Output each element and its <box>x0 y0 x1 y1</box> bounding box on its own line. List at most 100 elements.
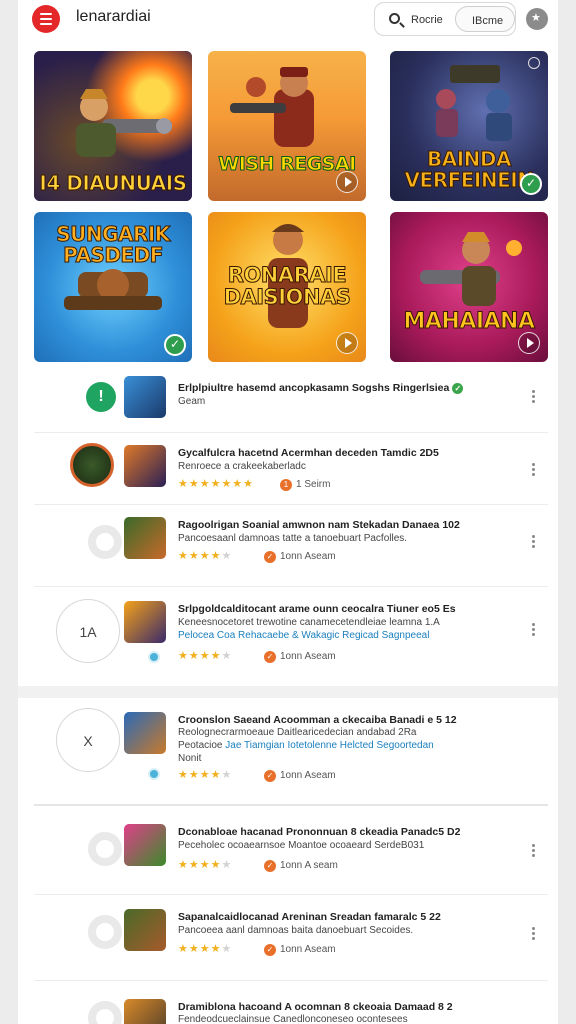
item-meta: 1onn Aseam <box>280 651 336 662</box>
search-icon <box>389 13 400 24</box>
item-title: Dconabloae hacanad Prononnuan 8 ckeadia … <box>178 826 461 838</box>
item-meta: 1onn A seam <box>280 860 338 871</box>
soldier-illustration <box>420 232 522 306</box>
rating-stars: ★★★★★ <box>178 943 233 955</box>
more-options-icon[interactable] <box>532 463 536 478</box>
tile-status-icon <box>528 57 540 69</box>
play-icon[interactable] <box>518 332 540 354</box>
item-meta: 1onn Aseam <box>280 944 336 955</box>
app-window: lenarardiai Rocrie IBcme I4 DIAUNUAIS <box>18 0 558 1024</box>
avatar-placeholder: X <box>56 708 120 772</box>
game-tile-label: SUNGARIK PASDEDF <box>56 222 171 267</box>
play-icon[interactable] <box>336 171 358 193</box>
loading-ring-icon <box>88 832 122 866</box>
installed-check-icon <box>520 173 542 195</box>
item-title: Ragoolrigan Soanial amwnon nam Stekadan … <box>178 519 460 531</box>
item-subtitle: Keneesnocetoret trewotine canamecetendle… <box>178 617 440 628</box>
hamburger-icon[interactable] <box>32 5 60 33</box>
rating-badge-icon: ✓ <box>264 860 276 872</box>
game-icon <box>124 824 166 866</box>
item-link[interactable]: Pelocea Coa Rehacaebe & Wakagic Regicad … <box>178 630 429 641</box>
list-item[interactable]: Dramiblona hacoand A ocomnan 8 ckeoaia D… <box>34 980 548 1024</box>
list-item[interactable]: 1A Srlpgoldcalditocant arame ounn ceocal… <box>34 586 548 686</box>
list-item[interactable]: X Croonslon Saeand Acoomman a ckecaiba B… <box>34 698 548 804</box>
rating-stars: ★★★★★ <box>178 650 233 662</box>
item-link[interactable]: Jae Tiamgian Iotetolenne Helcted Segoort… <box>225 740 433 751</box>
more-options-icon[interactable] <box>532 535 536 550</box>
rating-stars: ★★★★★ <box>178 550 233 562</box>
game-tile[interactable]: I4 DIAUNUAIS <box>34 51 192 201</box>
more-options-icon[interactable] <box>532 623 536 638</box>
game-icon <box>124 376 166 418</box>
app-title: lenarardiai <box>76 8 151 25</box>
list-divider <box>34 804 548 806</box>
game-tile[interactable]: WISH REGSAI <box>208 51 366 201</box>
game-tile[interactable]: RONARAIE DAISIONAS <box>208 212 366 362</box>
item-subtitle-3: Nonit <box>178 753 202 764</box>
item-subtitle: Pancoesaanl damnoas tatte a tanoebuart P… <box>178 533 408 544</box>
item-title: Erlplpiultre hasemd ancopkasamn Sogshs R… <box>178 382 464 394</box>
rating-stars: ★★★★★ <box>178 859 233 871</box>
filter-pill-button[interactable]: IBcme <box>455 6 515 32</box>
rating-stars: ★★★★★ <box>178 769 233 781</box>
top-bar: lenarardiai Rocrie IBcme <box>18 0 558 44</box>
game-tile[interactable]: BAINDA VERFEINEIN <box>390 51 548 201</box>
list-item[interactable]: Dconabloae hacanad Prononnuan 8 ckeadia … <box>34 812 548 894</box>
game-icon <box>124 601 166 643</box>
more-options-icon[interactable] <box>532 390 536 405</box>
more-options-icon[interactable] <box>532 844 536 859</box>
rating-badge-icon: ✓ <box>264 651 276 663</box>
item-subtitle: Geam <box>178 396 206 407</box>
list-item[interactable]: Sapanalcaidlocanad Areninan Sreadan fama… <box>34 894 548 980</box>
soldier-illustration <box>76 89 172 157</box>
item-subtitle: Reolognecrarmoeaue Daitlearicedecian and… <box>178 727 417 738</box>
item-subtitle: Fendeodcueclainsue Canedlonconeseo ocont… <box>178 1014 408 1024</box>
game-icon <box>124 445 166 487</box>
rating-badge-icon: ✓ <box>264 944 276 956</box>
avatar-placeholder: 1A <box>56 599 120 663</box>
count-badge: 1 <box>280 479 292 491</box>
game-icon <box>124 909 166 951</box>
more-options-icon[interactable] <box>532 927 536 942</box>
search-bar[interactable]: Rocrie IBcme <box>374 2 516 36</box>
item-subtitle: Peceholec ocoaearnsoe Moantoe ocoaeard S… <box>178 840 425 851</box>
game-tile-label: I4 DIAUNUAIS <box>39 171 188 195</box>
filter-pill-label: IBcme <box>472 15 504 27</box>
status-dot-icon <box>148 768 160 780</box>
item-title: Gycalfulcra hacetnd Acermhan deceden Tam… <box>178 447 439 459</box>
soldier-illustration <box>436 65 512 141</box>
verified-icon: ✓ <box>452 382 464 394</box>
section-divider <box>18 686 558 698</box>
rating-badge-icon: ✓ <box>264 551 276 563</box>
loading-ring-icon <box>88 1001 122 1024</box>
loading-ring-icon <box>88 525 122 559</box>
game-tile[interactable]: SUNGARIK PASDEDF <box>34 212 192 362</box>
game-icon <box>124 712 166 754</box>
item-title: Srlpgoldcalditocant arame ounn ceocalra … <box>178 603 456 615</box>
list-item[interactable]: Ragoolrigan Soanial amwnon nam Stekadan … <box>34 504 548 586</box>
game-tile-label: WISH REGSAI <box>218 153 357 175</box>
info-icon: ! <box>86 382 116 412</box>
play-icon[interactable] <box>336 332 358 354</box>
loading-ring-icon <box>88 915 122 949</box>
item-title: Dramiblona hacoand A ocomnan 8 ckeoaia D… <box>178 1001 453 1013</box>
game-tile-label: RONARAIE DAISIONAS <box>223 263 351 310</box>
rating-stars: ★★★★★★★ <box>178 478 255 490</box>
avatar <box>70 443 114 487</box>
item-title: Sapanalcaidlocanad Areninan Sreadan fama… <box>178 911 441 923</box>
game-icon <box>124 999 166 1024</box>
search-label: Rocrie <box>411 14 443 26</box>
rating-badge-icon: ✓ <box>264 770 276 782</box>
list-item[interactable]: ! Erlplpiultre hasemd ancopkasamn Sogshs… <box>34 366 548 432</box>
item-meta: 1 Seirm <box>296 479 331 490</box>
game-tile[interactable]: MAHAIANA <box>390 212 548 362</box>
profile-icon[interactable] <box>526 8 548 30</box>
list-item[interactable]: Gycalfulcra hacetnd Acermhan deceden Tam… <box>34 432 548 504</box>
status-dot-icon <box>148 651 160 663</box>
item-subtitle: Renroece a crakeekaberladc <box>178 461 306 472</box>
item-meta: 1onn Aseam <box>280 770 336 781</box>
item-meta: 1onn Aseam <box>280 551 336 562</box>
installed-check-icon <box>164 334 186 356</box>
soldier-illustration <box>230 67 314 147</box>
game-tile-label: MAHAIANA <box>403 309 536 334</box>
